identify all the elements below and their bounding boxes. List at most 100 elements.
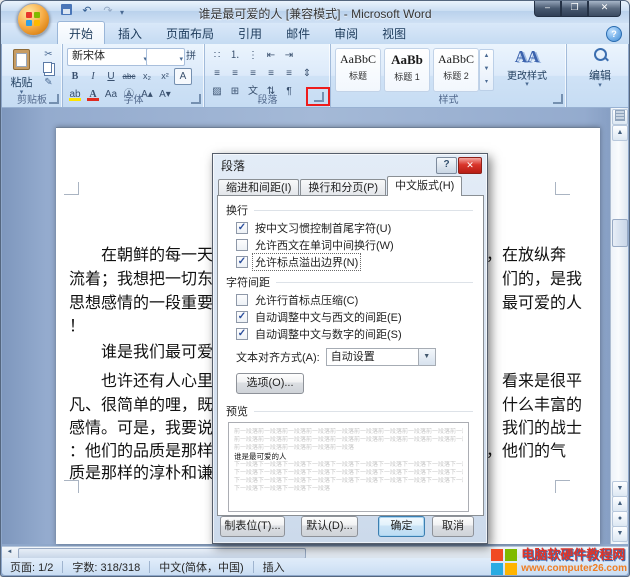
increase-indent-button[interactable]: ⇥ (280, 47, 298, 64)
next-page-button[interactable]: ▼ (612, 526, 628, 542)
clipboard-dialog-launcher[interactable] (49, 94, 59, 104)
styles-more-icon[interactable]: ▾ (480, 76, 493, 89)
watermark-logo-icon (491, 549, 517, 575)
tab-home[interactable]: 开始 (57, 21, 105, 44)
scroll-up-button[interactable]: ▲ (612, 125, 628, 141)
justify-button[interactable]: ≡ (262, 65, 280, 82)
dialog-tabs: 缩进和间距(I) 换行和分页(P) 中文版式(H) (218, 177, 482, 196)
cut-button[interactable]: ✂ (40, 48, 57, 62)
style-card-heading2[interactable]: AaBbC 标题 2 (433, 48, 479, 92)
save-button[interactable] (57, 4, 75, 20)
style-card-title[interactable]: AaBbC 标题 (335, 48, 381, 92)
styles-scroll-down-icon[interactable]: ▼ (480, 63, 493, 76)
previous-page-button[interactable]: ▲ (612, 496, 628, 512)
checkbox-space-asian-latin[interactable]: ✓ (236, 311, 248, 323)
vertical-scroll-thumb[interactable] (612, 219, 628, 247)
subscript-button[interactable]: x₂ (138, 68, 156, 85)
align-center-button[interactable]: ≡ (226, 65, 244, 82)
checkbox-hanging-punctuation[interactable]: ✓ (236, 256, 248, 268)
style-card-heading1[interactable]: AaBb 标题 1 (384, 48, 430, 92)
maximize-button[interactable]: ❐ (561, 1, 588, 17)
options-button[interactable]: 选项(O)... (236, 373, 304, 394)
checkbox-wrap-latin-midword[interactable] (236, 239, 248, 251)
cancel-button[interactable]: 取消 (432, 516, 474, 537)
text-alignment-label: 文本对齐方式(A): (236, 349, 320, 365)
tab-view[interactable]: 视图 (371, 22, 417, 44)
checkbox-label: 允许标点溢出边界(N) (253, 254, 360, 270)
line-spacing-button[interactable]: ⇕ (298, 65, 316, 82)
strikethrough-button[interactable]: abc (120, 68, 138, 85)
tab-asian-typography[interactable]: 中文版式(H) (387, 176, 462, 196)
minimize-button[interactable]: – (534, 1, 561, 17)
paragraph-dialog-launcher[interactable] (314, 92, 324, 102)
dialog-close-button[interactable]: ✕ (458, 157, 482, 174)
close-button[interactable]: ✕ (588, 1, 621, 17)
scroll-left-button[interactable]: ◄ (3, 548, 16, 557)
status-word-count[interactable]: 字数: 318/318 (72, 559, 140, 575)
tab-indents-spacing[interactable]: 缩进和间距(I) (218, 179, 299, 196)
italic-button[interactable]: I (84, 68, 102, 85)
ribbon-tab-row: 开始 插入 页面布局 引用 邮件 审阅 视图 ? (1, 23, 629, 44)
help-icon[interactable]: ? (606, 26, 622, 42)
qat-customize-button[interactable]: ▾ (120, 8, 124, 17)
paste-icon (13, 49, 30, 70)
font-size-combo[interactable]: ▾ (146, 48, 185, 66)
text-alignment-select[interactable]: 自动设置 ▼ (326, 348, 436, 366)
phonetic-guide-button[interactable]: 拼 (182, 48, 200, 65)
editing-button[interactable]: 编辑 ▾ (567, 48, 630, 88)
redo-button[interactable]: ↷ (99, 4, 117, 20)
status-page-number[interactable]: 页面: 1/2 (10, 559, 53, 575)
distribute-button[interactable]: ≡ (280, 65, 298, 82)
dialog-title: 段落 (221, 157, 245, 174)
bold-button[interactable]: B (66, 68, 84, 85)
tab-page-layout[interactable]: 页面布局 (155, 22, 225, 44)
tab-line-page-breaks[interactable]: 换行和分页(P) (300, 179, 386, 196)
align-right-button[interactable]: ≡ (244, 65, 262, 82)
scroll-down-button[interactable]: ▼ (612, 481, 628, 497)
copy-button[interactable] (40, 62, 57, 76)
font-name-combo[interactable]: 新宋体 ▾ (67, 48, 149, 66)
multilevel-list-button[interactable]: ⋮ (244, 47, 262, 64)
checkbox-space-asian-digits[interactable]: ✓ (236, 328, 248, 340)
preview-gray-line: 下一段落下一段落下一段落下一段落下一段落下一段落下一段落下一段落下一段落下一段落 (234, 477, 463, 485)
format-painter-button[interactable]: ✎ (40, 76, 57, 90)
paste-button[interactable]: 粘贴 ▾ (6, 47, 37, 92)
checkbox-follow-asian-rules[interactable]: ✓ (236, 222, 248, 234)
tab-review[interactable]: 审阅 (323, 22, 369, 44)
underline-button[interactable]: U (102, 68, 120, 85)
paragraph-dialog: 段落 ? ✕ 缩进和间距(I) 换行和分页(P) 中文版式(H) 换行 ✓ 按中… (212, 153, 488, 544)
styles-dialog-launcher[interactable] (553, 94, 563, 104)
dialog-help-button[interactable]: ? (436, 157, 457, 174)
undo-button[interactable]: ↶ (78, 4, 96, 20)
font-dialog-launcher[interactable] (191, 94, 201, 104)
bullets-button[interactable]: ∷ (208, 47, 226, 64)
ruler-toggle-button[interactable] (612, 109, 628, 125)
decrease-indent-button[interactable]: ⇤ (262, 47, 280, 64)
status-insert-mode[interactable]: 插入 (263, 559, 285, 575)
office-button[interactable] (17, 3, 50, 36)
character-border-button[interactable]: A (174, 68, 192, 85)
styles-gallery-scrollbar[interactable]: ▲ ▼ ▾ (479, 49, 494, 91)
superscript-button[interactable]: x² (156, 68, 174, 85)
tab-references[interactable]: 引用 (227, 22, 273, 44)
preview-gray-line: 前一段落前一段落前一段落前一段落前一段落 (234, 444, 463, 452)
align-left-button[interactable]: ≡ (208, 65, 226, 82)
tab-insert[interactable]: 插入 (107, 22, 153, 44)
ok-button[interactable]: 确定 (378, 516, 425, 537)
watermark: 电脑软硬件教程网 www.computer26.com (491, 548, 627, 576)
checkbox-compress-punctuation[interactable] (236, 294, 248, 306)
vertical-scrollbar[interactable]: ▲ ▼ ▲ ● ▼ (610, 108, 628, 544)
word-window: 谁是最可爱的人 [兼容模式] - Microsoft Word ↶ ↷ ▾ – … (0, 0, 630, 577)
tab-mailings[interactable]: 邮件 (275, 22, 321, 44)
checkbox-label: 自动调整中文与数字的间距(S) (253, 326, 404, 342)
select-browse-object-button[interactable]: ● (612, 511, 628, 527)
styles-scroll-up-icon[interactable]: ▲ (480, 50, 493, 63)
styles-group-label: 样式 (331, 91, 566, 106)
default-button[interactable]: 默认(D)... (301, 516, 358, 537)
copy-icon (43, 62, 52, 73)
change-styles-button[interactable]: AA 更改样式 ▾ (497, 47, 557, 93)
ribbon: 粘贴 ▾ ✂ ✎ 剪贴板 新宋体 ▾ ▾ 拼 B I (2, 44, 628, 108)
status-language[interactable]: 中文(简体，中国) (159, 559, 243, 575)
numbering-button[interactable]: ⒈ (226, 47, 244, 64)
tabs-button[interactable]: 制表位(T)... (220, 516, 285, 537)
